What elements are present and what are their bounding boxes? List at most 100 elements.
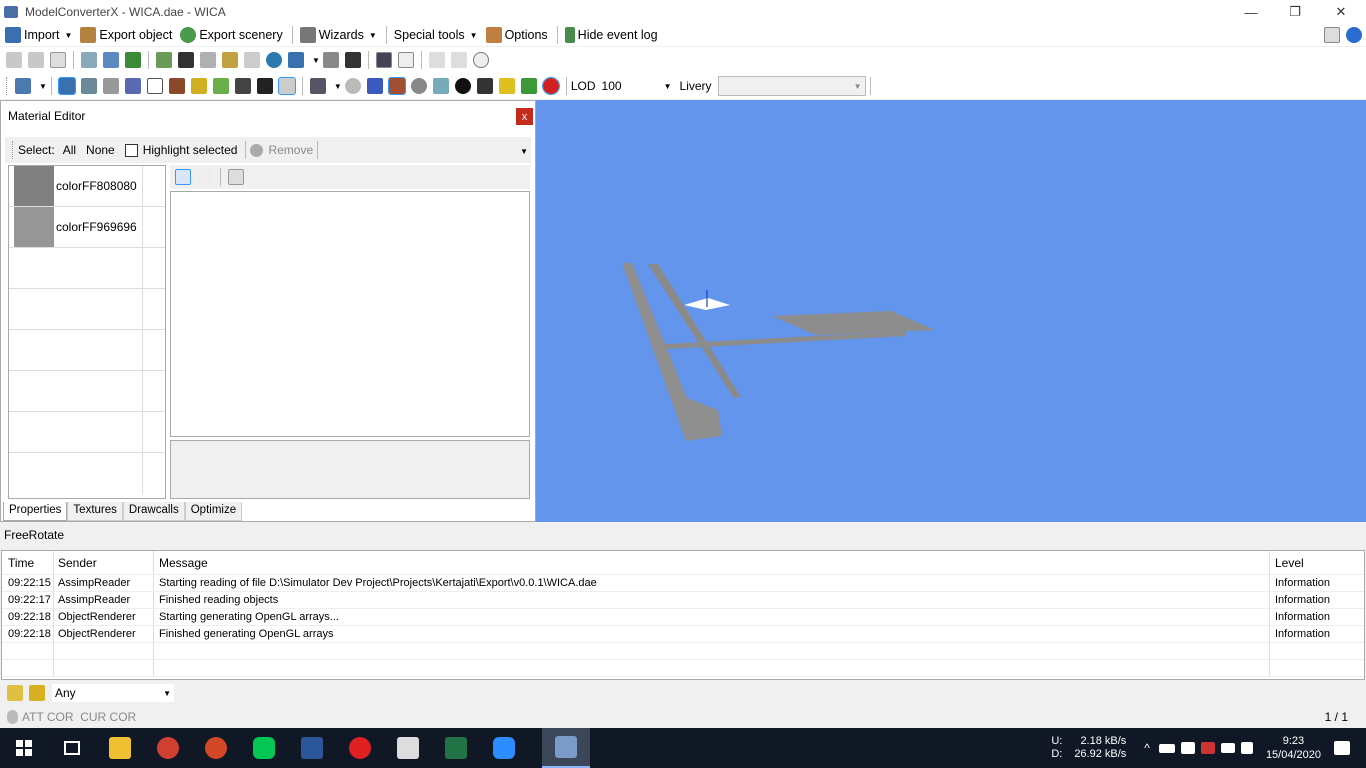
minimize-button[interactable]: — (1228, 0, 1274, 24)
modelconverterx-button[interactable] (542, 728, 590, 768)
clear-log-icon[interactable] (29, 685, 45, 701)
level-filter-select[interactable]: Any ▼ (52, 684, 174, 702)
refresh-icon[interactable] (520, 78, 537, 94)
tab-properties[interactable]: Properties (3, 502, 68, 521)
airplane-icon[interactable] (256, 78, 273, 94)
column-header-level[interactable]: Level (1270, 551, 1364, 574)
start-button[interactable] (0, 728, 48, 768)
column-header-time[interactable]: Time (2, 551, 54, 574)
notifications-icon[interactable] (1334, 741, 1350, 755)
axes-icon[interactable] (80, 78, 97, 94)
object-icon[interactable] (476, 78, 493, 94)
zoom-icon[interactable] (81, 52, 97, 68)
grid-image-icon[interactable] (244, 52, 260, 68)
screenshot-icon[interactable] (375, 52, 392, 68)
app-red-button[interactable] (336, 728, 384, 768)
pencil-icon[interactable] (102, 78, 119, 94)
table-row[interactable]: 09:22:18 ObjectRenderer Starting generat… (2, 609, 1364, 626)
column-header-message[interactable]: Message (154, 551, 1270, 574)
battery-icon[interactable] (1158, 743, 1175, 753)
lod-select[interactable]: 100 ▼ (602, 77, 674, 95)
table-row[interactable]: 09:22:15 AssimpReader Starting reading o… (2, 575, 1364, 592)
light-icon[interactable] (432, 78, 449, 94)
table-row[interactable]: 09:22:17 AssimpReader Finished reading o… (2, 592, 1364, 609)
grid-icon[interactable] (57, 77, 76, 95)
export-object-button[interactable]: Export object (77, 24, 175, 46)
file-explorer-button[interactable] (96, 728, 144, 768)
sparkle-icon[interactable] (498, 78, 515, 94)
volume-icon[interactable] (1240, 742, 1253, 754)
transform-icon[interactable] (288, 52, 304, 68)
close-button[interactable]: ✕ (1318, 0, 1364, 24)
shadow-icon[interactable] (190, 78, 207, 94)
page-icon[interactable] (50, 52, 66, 68)
select-all-button[interactable]: All (63, 143, 76, 157)
table-row[interactable]: 09:22:18 ObjectRenderer Finished generat… (2, 626, 1364, 643)
column-header-sender[interactable]: Sender (54, 551, 154, 574)
export-scenery-button[interactable]: Export scenery (177, 24, 285, 46)
clock-icon[interactable] (472, 52, 489, 68)
network-error-icon[interactable] (1200, 742, 1215, 754)
runway-icon[interactable] (234, 78, 251, 94)
sort-alphabetical-icon[interactable] (197, 169, 213, 185)
gear-icon[interactable] (344, 78, 361, 94)
tab-drawcalls[interactable]: Drawcalls (122, 502, 185, 521)
bitmap-icon[interactable] (222, 52, 238, 68)
property-grid[interactable] (170, 191, 530, 437)
image-icon[interactable] (200, 52, 216, 68)
nodes-icon[interactable] (322, 52, 339, 68)
dropbox-icon[interactable] (1180, 742, 1195, 754)
material-item[interactable]: colorFF969696 (9, 207, 165, 248)
powerpoint-button[interactable] (192, 728, 240, 768)
material-editor-close-button[interactable]: x (516, 108, 533, 125)
wizards-menu[interactable]: Wizards ▼ (297, 24, 380, 46)
document-icon[interactable] (1324, 27, 1340, 43)
teapot-icon[interactable] (541, 77, 560, 95)
notes-icon[interactable] (397, 52, 414, 68)
options-button[interactable]: Options (483, 24, 551, 46)
color-cube-icon[interactable] (366, 78, 383, 94)
hide-event-log-button[interactable]: Hide event log (562, 24, 661, 46)
excel-button[interactable] (432, 728, 480, 768)
hierarchy-icon[interactable] (125, 52, 141, 68)
overflow-chevron-icon[interactable]: ▼ (520, 147, 528, 156)
redo-icon[interactable] (450, 52, 467, 68)
camera-icon[interactable] (309, 78, 326, 94)
person-icon[interactable] (344, 52, 361, 68)
undo-icon[interactable] (428, 52, 445, 68)
film-icon[interactable] (168, 78, 185, 94)
fit-view-icon[interactable] (15, 78, 31, 94)
forward-icon[interactable] (28, 52, 44, 68)
select-none-button[interactable]: None (86, 143, 115, 157)
help-icon[interactable] (1346, 27, 1362, 43)
cube-icon[interactable] (146, 78, 163, 94)
line-button[interactable] (240, 728, 288, 768)
tab-optimize[interactable]: Optimize (184, 502, 243, 521)
chrome-button[interactable] (144, 728, 192, 768)
chevron-up-icon[interactable]: ^ (1144, 741, 1150, 755)
back-icon[interactable] (6, 52, 22, 68)
terrain-icon[interactable] (212, 78, 229, 94)
special-tools-menu[interactable]: Special tools ▼ (391, 24, 481, 46)
3d-viewport[interactable] (536, 100, 1366, 522)
livery-select[interactable]: ▼ (717, 76, 866, 96)
cross-arrows-icon[interactable] (277, 77, 296, 95)
tab-textures[interactable]: Textures (67, 502, 123, 521)
clock[interactable]: 9:23 15/04/2020 (1266, 734, 1321, 762)
remove-button[interactable]: Remove (250, 143, 313, 157)
earth-icon[interactable] (266, 52, 282, 68)
chevron-down-icon[interactable]: ▼ (39, 82, 47, 91)
wifi-icon[interactable] (1220, 743, 1235, 753)
marker-icon[interactable] (103, 52, 119, 68)
zoom-app-button[interactable] (480, 728, 528, 768)
word-button[interactable] (288, 728, 336, 768)
checker-ball-icon[interactable] (454, 78, 471, 94)
categorized-icon[interactable] (175, 169, 191, 185)
clapper-icon[interactable] (178, 52, 194, 68)
mesh-icon[interactable] (124, 78, 141, 94)
chevron-down-icon[interactable]: ▼ (334, 82, 342, 91)
import-menu[interactable]: Import ▼ (2, 24, 75, 46)
material-icon[interactable] (387, 77, 406, 95)
restore-button[interactable]: ❐ (1272, 0, 1318, 24)
property-pages-icon[interactable] (228, 169, 244, 185)
